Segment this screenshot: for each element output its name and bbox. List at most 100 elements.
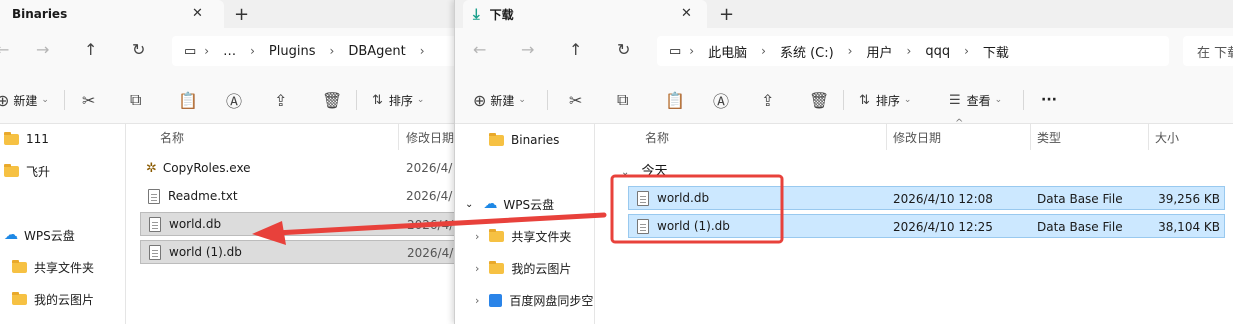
nav-item-wps-cloud[interactable]: ☁ WPS云盘 <box>4 224 75 246</box>
nav-item-label: 飞升 <box>26 164 51 179</box>
table-row-selected[interactable]: world.db 2026/4/ <box>140 212 454 236</box>
text-file-icon <box>148 188 160 204</box>
left-navbar: ← → ↑ ↻ ▭ › … › Plugins › DBAgent › <box>0 28 454 76</box>
right-navbar: ← → ↑ ↻ ▭ › 此电脑 › 系统 (C:) › 用户 › qqq › 下… <box>455 28 1233 76</box>
nav-item-my-cloud-pictures[interactable]: › 我的云图片 <box>475 257 571 279</box>
group-header-today[interactable]: ⌄ 今天 <box>621 160 668 179</box>
share-icon[interactable]: ⇪ <box>761 90 774 110</box>
breadcrumb-downloads[interactable]: 下载 <box>977 42 1015 61</box>
column-header-modified[interactable]: 修改日期 <box>893 129 941 146</box>
sort-icon: ⇅ <box>859 92 870 108</box>
breadcrumb-plugins[interactable]: Plugins <box>263 44 322 59</box>
new-button[interactable]: ⊕ 新建 ⌄ <box>473 90 526 110</box>
arrow-up-icon[interactable]: ↑ <box>84 40 97 59</box>
column-header-name[interactable]: 名称 <box>160 129 184 146</box>
file-date: 2026/4/ <box>407 246 454 260</box>
delete-icon[interactable]: 🗑 <box>809 90 829 110</box>
paste-icon[interactable]: 📋 <box>178 90 198 110</box>
arrow-right-icon[interactable]: → <box>521 40 534 59</box>
arrow-right-icon[interactable]: → <box>36 40 49 59</box>
paste-icon[interactable]: 📋 <box>665 90 685 110</box>
new-button-label: 新建 <box>490 93 515 108</box>
copy-icon[interactable]: ⧉ <box>617 90 628 110</box>
breadcrumb-dbagent[interactable]: DBAgent <box>342 44 411 59</box>
column-header-name[interactable]: 名称 <box>645 129 669 146</box>
breadcrumb-this-pc[interactable]: 此电脑 <box>702 42 753 61</box>
arrow-left-icon[interactable]: ← <box>473 40 486 59</box>
new-button[interactable]: ⊕ 新建 ⌄ <box>0 90 49 110</box>
nav-item-label: 我的云图片 <box>34 292 95 307</box>
file-db-icon <box>637 190 649 206</box>
nav-item-label: 百度网盘同步空 <box>509 293 594 308</box>
nav-item-wps-cloud[interactable]: ⌄ ☁ WPS云盘 <box>465 193 554 215</box>
cut-icon[interactable]: ✂ <box>569 90 582 110</box>
breadcrumb-users[interactable]: 用户 <box>860 42 898 61</box>
view-button[interactable]: ☰ 查看 ⌄ <box>949 90 1002 110</box>
chevron-down-icon: ⌄ <box>903 95 912 105</box>
file-date: 2026/4/ <box>407 218 454 232</box>
table-row[interactable]: ✲ CopyRoles.exe 2026/4/ <box>140 156 454 180</box>
nav-item-label: Binaries <box>511 133 560 147</box>
more-options-button[interactable]: ··· <box>1041 90 1057 110</box>
nav-item-binaries[interactable]: Binaries <box>489 129 559 151</box>
nav-item-label: 我的云图片 <box>511 261 572 276</box>
cloud-icon: ☁ <box>4 227 18 243</box>
table-row-selected[interactable]: world.db 2026/4/10 12:08 Data Base File … <box>628 186 1225 210</box>
chevron-down-icon[interactable]: ⌄ <box>465 199 473 210</box>
nav-item-shared-folder[interactable]: › 共享文件夹 <box>475 225 571 247</box>
sort-button[interactable]: ⇅ 排序 ⌄ <box>372 90 424 110</box>
refresh-icon[interactable]: ↻ <box>132 40 145 59</box>
column-header-type[interactable]: 类型 <box>1037 129 1061 146</box>
plus-circle-icon: ⊕ <box>473 90 487 110</box>
right-tab[interactable]: ⤓ 下载 ✕ <box>463 0 707 28</box>
nav-item-shared-folder[interactable]: 共享文件夹 <box>12 256 94 278</box>
chevron-down-icon: ⌄ <box>994 95 1003 105</box>
table-row[interactable]: Readme.txt 2026/4/ <box>140 184 454 208</box>
nav-item-label: WPS云盘 <box>503 197 555 212</box>
nav-item-feisheng[interactable]: 飞升 <box>4 160 50 182</box>
nav-item-111[interactable]: 111 <box>4 128 49 150</box>
column-header-modified[interactable]: 修改日期 <box>406 129 454 146</box>
sort-button[interactable]: ⇅ 排序 ⌄ <box>859 90 911 110</box>
chevron-right-icon[interactable]: › <box>475 230 479 243</box>
close-icon[interactable]: ✕ <box>681 6 692 21</box>
new-tab-button[interactable]: + <box>234 4 249 25</box>
arrow-left-icon[interactable]: ← <box>0 40 9 59</box>
folder-icon <box>489 228 505 242</box>
folder-icon <box>12 259 27 273</box>
file-name: world.db <box>169 217 222 231</box>
cloud-icon: ☁ <box>483 196 498 212</box>
nav-item-my-cloud-pictures[interactable]: 我的云图片 <box>12 288 94 310</box>
search-input[interactable]: 在 下载 <box>1183 36 1233 66</box>
column-header-size[interactable]: 大小 <box>1155 129 1179 146</box>
left-address-bar[interactable]: ▭ › … › Plugins › DBAgent › <box>172 36 454 66</box>
close-icon[interactable]: ✕ <box>192 6 203 21</box>
table-row-selected[interactable]: world (1).db 2026/4/10 12:25 Data Base F… <box>628 214 1225 238</box>
left-tab[interactable]: Binaries ✕ <box>0 0 224 28</box>
right-explorer-window: ⤓ 下载 ✕ + ← → ↑ ↻ ▭ › 此电脑 › 系统 (C:) › 用户 … <box>454 0 1233 324</box>
delete-icon[interactable]: 🗑 <box>322 90 342 110</box>
chevron-right-icon[interactable]: › <box>475 294 479 307</box>
breadcrumb-system-c[interactable]: 系统 (C:) <box>774 42 840 61</box>
breadcrumb-qqq[interactable]: qqq <box>919 44 956 59</box>
refresh-icon[interactable]: ↻ <box>617 40 630 59</box>
left-toolbar: ⊕ 新建 ⌄ ✂ ⧉ 📋 Ⓐ ⇪ 🗑 ⇅ 排序 ⌄ <box>0 76 454 124</box>
right-address-bar[interactable]: ▭ › 此电脑 › 系统 (C:) › 用户 › qqq › 下载 <box>657 36 1169 66</box>
rename-icon[interactable]: Ⓐ <box>713 90 729 111</box>
nav-item-label: 共享文件夹 <box>34 260 95 275</box>
copy-icon[interactable]: ⧉ <box>130 90 141 110</box>
chevron-down-icon: ⌄ <box>416 95 425 105</box>
file-name: world.db <box>657 191 710 205</box>
new-tab-button[interactable]: + <box>719 4 734 25</box>
monitor-icon: ▭ <box>669 43 682 59</box>
breadcrumb-ellipsis[interactable]: … <box>217 44 242 59</box>
nav-item-baidu-sync[interactable]: › 百度网盘同步空 <box>475 289 593 311</box>
cut-icon[interactable]: ✂ <box>82 90 95 110</box>
rename-icon[interactable]: Ⓐ <box>226 90 242 111</box>
share-icon[interactable]: ⇪ <box>274 90 287 110</box>
right-nav-pane: Binaries ⌄ ☁ WPS云盘 › 共享文件夹 › 我的云图片 › 百度网… <box>455 124 595 324</box>
arrow-up-icon[interactable]: ↑ <box>569 40 582 59</box>
chevron-right-icon[interactable]: › <box>475 262 479 275</box>
chevron-down-icon: ⌄ <box>518 95 526 105</box>
table-row-selected[interactable]: world (1).db 2026/4/ <box>140 240 454 264</box>
